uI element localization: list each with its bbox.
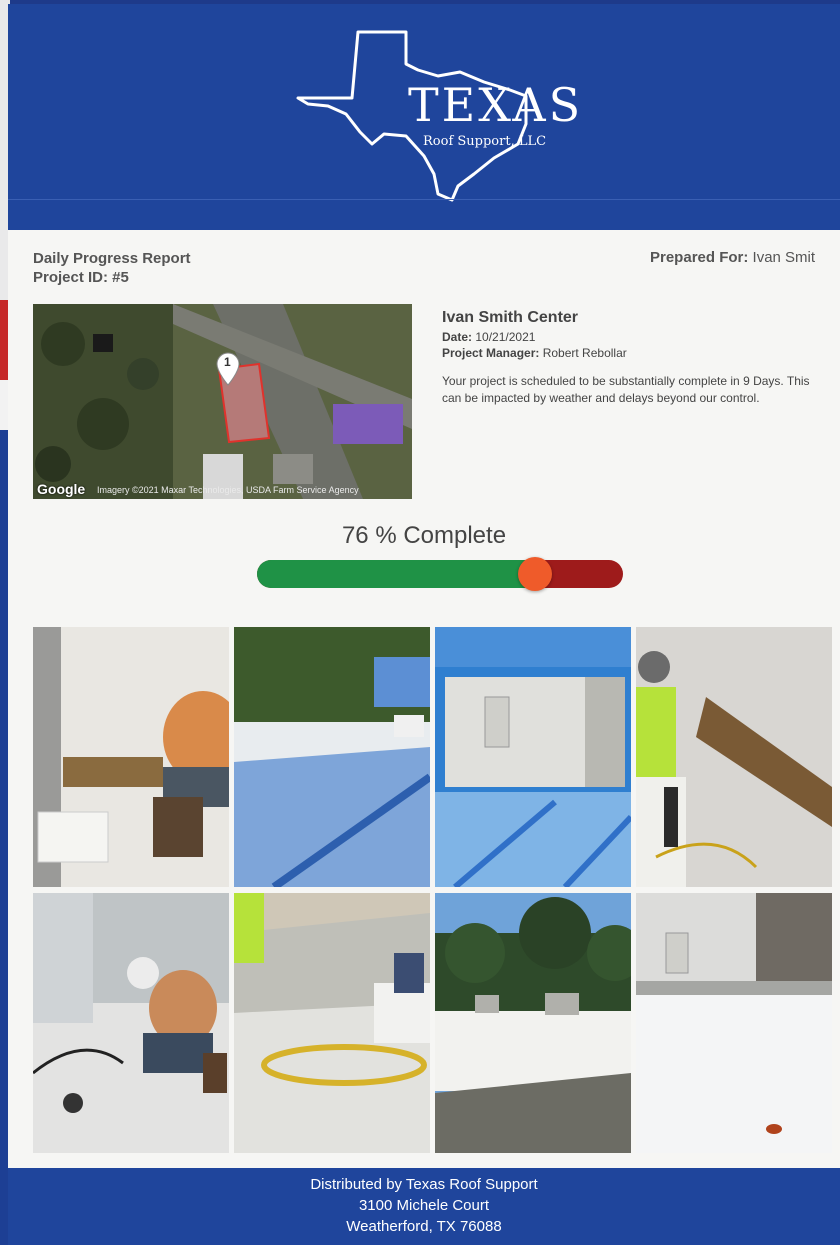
prepared-for-value: Ivan Smit (752, 249, 816, 266)
project-info: Ivan Smith Center Date: 10/21/2021 Proje… (442, 309, 832, 407)
report-page: TEXAS Roof Support, LLC Daily Progress R… (8, 4, 840, 1245)
photo-roof-yellow-cord[interactable] (234, 893, 430, 1153)
photo-worker-wall-flashing[interactable] (33, 627, 229, 887)
footer-city: Weatherford, TX 76088 (346, 1218, 502, 1235)
satellite-map-image (33, 304, 412, 499)
footer: Distributed by Texas Roof Support 3100 M… (8, 1168, 840, 1245)
google-logo: Google (37, 481, 86, 497)
photo-worker-kneeling[interactable] (33, 893, 229, 1153)
brand-name: TEXAS (408, 78, 584, 132)
manager-value: Robert Rebollar (542, 346, 627, 360)
project-id: Project ID: #5 (33, 269, 129, 286)
progress-fill (257, 560, 535, 588)
prepared-for-label: Prepared For: (650, 249, 749, 266)
footer-distributor: Distributed by Texas Roof Support (310, 1176, 538, 1193)
photo-hvac-unit[interactable] (435, 627, 631, 887)
prepared-for: Prepared For: Ivan Smit (650, 249, 815, 266)
schedule-message: Your project is scheduled to be substant… (442, 374, 810, 405)
project-name: Ivan Smith Center (442, 309, 579, 326)
map-marker-number: 1 (224, 355, 231, 369)
header-divider (8, 199, 840, 200)
brand-subtitle: Roof Support, LLC (423, 134, 547, 149)
photo-hvac-curb[interactable] (636, 893, 832, 1153)
map-credit: Imagery ©2021 Maxar Technologies, USDA F… (97, 485, 359, 495)
photo-grid (33, 627, 840, 1157)
project-manager: Project Manager: Robert Rebollar (442, 345, 832, 361)
progress-bar (257, 560, 623, 588)
progress-knob (518, 557, 552, 591)
date-label: Date: (442, 330, 473, 344)
date-value: 10/21/2021 (475, 330, 536, 344)
header-banner: TEXAS Roof Support, LLC (8, 4, 840, 230)
footer-address: 3100 Michele Court (358, 1197, 490, 1214)
photo-worker-green-shirt[interactable] (636, 627, 832, 887)
report-meta: Daily Progress Report Project ID: #5 (33, 249, 191, 287)
site-map[interactable]: 1 Google Imagery ©2021 Maxar Technologie… (33, 304, 412, 499)
photo-roof-blue-membrane[interactable] (234, 627, 430, 887)
photo-roof-trees[interactable] (435, 893, 631, 1153)
report-title: Daily Progress Report (33, 250, 191, 267)
manager-label: Project Manager: (442, 346, 540, 360)
project-date: Date: 10/21/2021 (442, 329, 832, 345)
progress-label: 76 % Complete (341, 522, 507, 549)
